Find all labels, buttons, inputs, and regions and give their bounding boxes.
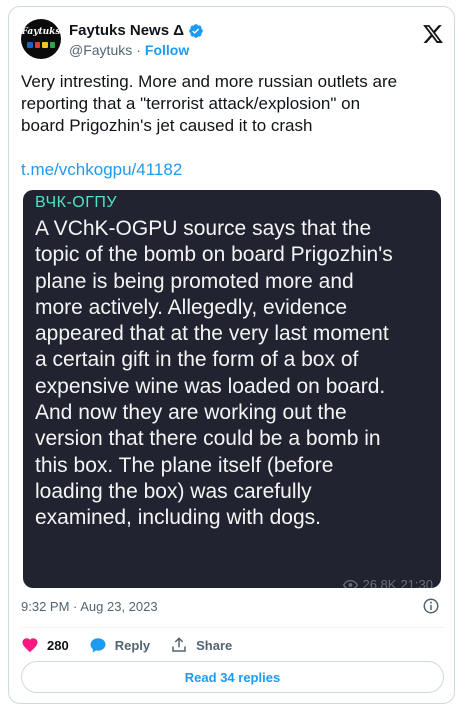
- telegram-post-line: this box. The plane itself (before: [35, 453, 334, 477]
- telegram-post-line: loading the box) was carefully: [35, 479, 312, 503]
- tweet-text-line: reporting that a "terrorist attack/explo…: [21, 94, 361, 113]
- author-handle[interactable]: @Faytuks: [69, 42, 132, 58]
- telegram-channel-name: ВЧК-ОГПУ: [35, 194, 118, 211]
- author-handle-row: @Faytuks · Follow: [69, 42, 189, 58]
- telegram-post-meta: 26.8K 21:30: [343, 577, 433, 588]
- avatar[interactable]: Faytuks: [21, 19, 61, 59]
- handle-separator: ·: [136, 42, 141, 58]
- read-replies-button[interactable]: Read 34 replies: [21, 661, 444, 693]
- telegram-post-line: appeared that at the very last moment: [35, 322, 389, 346]
- info-icon[interactable]: [422, 597, 440, 615]
- telegram-views: 26.8K: [362, 577, 397, 588]
- like-count: 280: [47, 637, 69, 653]
- tweet-text-line: Very intresting. More and more russian o…: [21, 72, 398, 91]
- verified-badge-icon: [189, 23, 203, 38]
- telegram-post-line: more actively. Allegedly, evidence: [35, 295, 348, 319]
- telegram-time: 21:30: [400, 577, 433, 588]
- follow-button[interactable]: Follow: [145, 42, 189, 58]
- telegram-post-line: a certain gift in the form of a box of: [35, 348, 359, 372]
- tweet-timestamp[interactable]: 9:32 PM · Aug 23, 2023: [21, 599, 158, 614]
- tweet-text: Very intresting. More and more russian o…: [21, 71, 441, 137]
- author-name-row: Faytuks News Δ: [69, 22, 204, 39]
- telegram-post-body: A VChK-OGPU source says that the topic o…: [35, 216, 435, 532]
- share-label: Share: [196, 637, 233, 653]
- telegram-post-line: A VChK-OGPU source says that the: [35, 217, 372, 240]
- avatar-logo-text: Faytuks: [21, 27, 61, 37]
- telegram-post-line: expensive wine was loaded on board.: [35, 374, 386, 398]
- telegram-post-line: plane is being promoted more and: [35, 269, 354, 293]
- tweet-text-line: board Prigozhin's jet caused it to crash: [21, 116, 313, 135]
- telegram-post-line: examined, including with dogs.: [35, 506, 322, 530]
- reply-icon: [90, 638, 106, 653]
- reply-label: Reply: [114, 637, 151, 653]
- divider: [21, 627, 444, 628]
- share-button[interactable]: Share: [170, 636, 232, 654]
- tweet-header: Faytuks Faytuks News Δ @Faytuks · Follow: [21, 17, 444, 61]
- tweet-actions: 280 Reply Share: [21, 635, 252, 655]
- tweet-card: Faytuks Faytuks News Δ @Faytuks · Follow…: [8, 6, 455, 704]
- telegram-post-line: topic of the bomb on board Prigozhin's: [35, 243, 393, 267]
- avatar-flags: [27, 42, 55, 48]
- telegram-link[interactable]: t.me/vchkogpu/41182: [21, 160, 182, 180]
- telegram-post-image[interactable]: ВЧК-ОГПУ A VChK-OGPU source says that th…: [23, 190, 441, 588]
- telegram-post-line: version that there could be a bomb in: [35, 427, 381, 451]
- author-display-name[interactable]: Faytuks News Δ: [69, 22, 184, 39]
- x-logo-icon[interactable]: [422, 23, 444, 45]
- eye-icon: [343, 579, 359, 588]
- reply-button[interactable]: Reply: [89, 636, 150, 654]
- share-icon: [172, 637, 186, 652]
- heart-icon: [22, 638, 38, 653]
- read-replies-label: Read 34 replies: [184, 669, 281, 685]
- like-button[interactable]: 280: [21, 636, 69, 654]
- telegram-post-line: And now they are working out the: [35, 401, 347, 425]
